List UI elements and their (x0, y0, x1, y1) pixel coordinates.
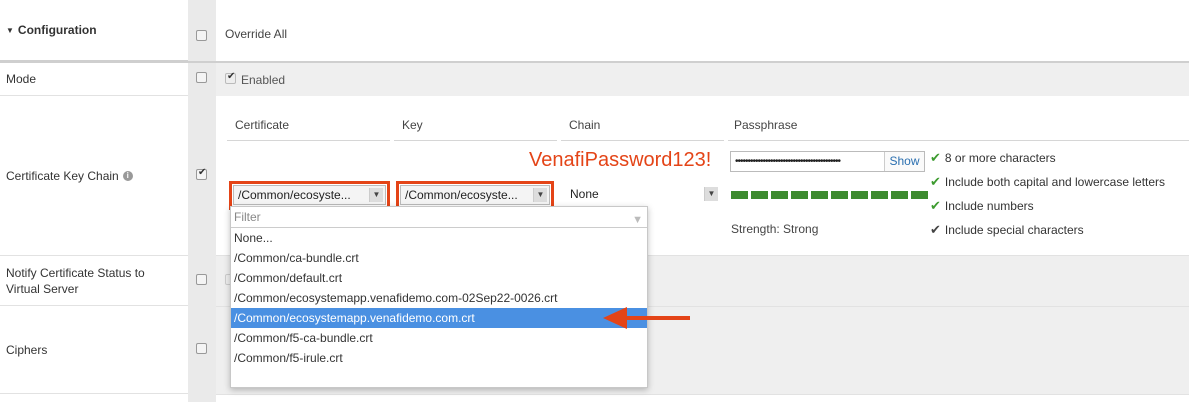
strength-segment (811, 191, 828, 199)
chevron-down-icon[interactable]: ▼ (533, 188, 547, 202)
requirement-text: Include special characters (944, 223, 1084, 237)
strength-label: Strength: Strong (731, 222, 819, 236)
strength-segment (891, 191, 908, 199)
strength-segment (851, 191, 868, 199)
chevron-down-icon[interactable]: ▼ (369, 188, 383, 202)
notify-certificate-status-label: Notify Certificate Status to Virtual Ser… (0, 256, 188, 306)
ciphers-label: Ciphers (0, 306, 188, 394)
strength-segment (791, 191, 808, 199)
dropdown-option[interactable]: /Common/ca-bundle.crt (231, 248, 647, 268)
mode-enabled-checkbox[interactable] (225, 71, 236, 84)
password-annotation: VenafiPassword123! (529, 149, 712, 171)
mode-row: Enabled (216, 63, 1189, 96)
section-header-label: Configuration (17, 23, 97, 37)
passphrase-header-line (728, 140, 1189, 141)
requirement-item: ✔ Include both capital and lowercase lett… (930, 174, 1165, 190)
override-all-checkbox[interactable] (196, 30, 207, 41)
dropdown-option[interactable]: /Common/f5-irule.crt (231, 348, 647, 368)
annotation-arrow-head-icon (603, 307, 627, 329)
strength-segment (831, 191, 848, 199)
chain-select-value: None (570, 187, 599, 201)
requirement-text: Include numbers (944, 199, 1034, 213)
requirement-item: ✔ Include numbers (930, 198, 1034, 214)
mode-label-text: Mode (6, 71, 37, 86)
dropdown-option[interactable]: /Common/f5-ca-bundle.crt (231, 328, 647, 348)
strength-segment (911, 191, 928, 199)
chain-header-line (561, 140, 724, 141)
annotation-arrow-shaft (625, 316, 690, 320)
ciphers-override-checkbox[interactable] (196, 343, 207, 354)
configuration-section-header[interactable]: ▼ Configuration (0, 0, 188, 62)
key-select[interactable]: /Common/ecosyste... ▼ (400, 185, 550, 205)
strength-segment (731, 191, 748, 199)
requirement-item: ✔ Include special characters (930, 222, 1084, 238)
certificate-header-line (227, 140, 390, 141)
chain-column-header: Chain (569, 118, 601, 132)
certificate-column-header: Certificate (235, 118, 290, 132)
dropdown-option-selected[interactable]: /Common/ecosystemapp.venafidemo.com.crt (231, 308, 647, 328)
notify-label-line2: Virtual Server (6, 281, 79, 296)
key-select-value: /Common/ecosyste... (405, 188, 518, 202)
filter-funnel-icon: ▼ (632, 214, 643, 226)
chain-select[interactable]: None ▼ (566, 185, 720, 205)
requirement-text: Include both capital and lowercase lette… (944, 175, 1166, 189)
check-icon: ✔ (930, 198, 941, 213)
certificate-dropdown-list[interactable]: Filter ▼ None... /Common/ca-bundle.crt /… (230, 206, 648, 388)
passphrase-masked-value: ••••••••••••••••••••••••••••••••••••••••… (735, 156, 841, 167)
dropdown-option[interactable]: /Common/ecosystemapp.venafidemo.com-02Se… (231, 288, 647, 308)
requirement-text: 8 or more characters (944, 151, 1056, 165)
chevron-down-icon[interactable]: ▼ (704, 187, 718, 201)
mode-enabled-label: Enabled (241, 73, 286, 87)
check-icon: ✔ (930, 174, 941, 189)
mode-label: Mode (0, 62, 188, 96)
cert-key-chain-override-checkbox[interactable] (196, 167, 207, 180)
certificate-select-value: /Common/ecosyste... (238, 188, 351, 202)
filter-placeholder: Filter (234, 210, 261, 224)
dropdown-option[interactable]: /Common/default.crt (231, 268, 647, 288)
certificate-select[interactable]: /Common/ecosyste... ▼ (233, 185, 386, 205)
next-row (216, 394, 1189, 402)
strength-segment (751, 191, 768, 199)
strength-segment (871, 191, 888, 199)
mode-override-checkbox[interactable] (196, 72, 207, 83)
notify-override-checkbox[interactable] (196, 274, 207, 285)
requirement-item: ✔ 8 or more characters (930, 150, 1056, 166)
notify-label-line1: Notify Certificate Status to (6, 265, 145, 280)
override-all-label: Override All (225, 27, 288, 41)
key-header-line (394, 140, 557, 141)
passphrase-input[interactable]: ••••••••••••••••••••••••••••••••••••••••… (730, 151, 925, 172)
ciphers-label-text: Ciphers (6, 342, 48, 357)
key-column-header: Key (402, 118, 423, 132)
certificate-key-chain-label-text: Certificate Key Chain (6, 168, 119, 183)
passphrase-column-header: Passphrase (734, 118, 798, 132)
certificate-key-chain-label: Certificate Key Chain i (0, 96, 188, 256)
check-icon: ✔ (930, 150, 941, 165)
show-passphrase-button[interactable]: Show (884, 152, 924, 171)
filter-input[interactable]: Filter ▼ (231, 207, 647, 228)
strength-segment (771, 191, 788, 199)
collapse-triangle-icon[interactable]: ▼ (6, 26, 14, 35)
override-all-row: Override All (216, 0, 1189, 62)
dropdown-option[interactable]: None... (231, 228, 647, 248)
info-icon[interactable]: i (122, 170, 133, 181)
check-icon: ✔ (930, 222, 941, 237)
